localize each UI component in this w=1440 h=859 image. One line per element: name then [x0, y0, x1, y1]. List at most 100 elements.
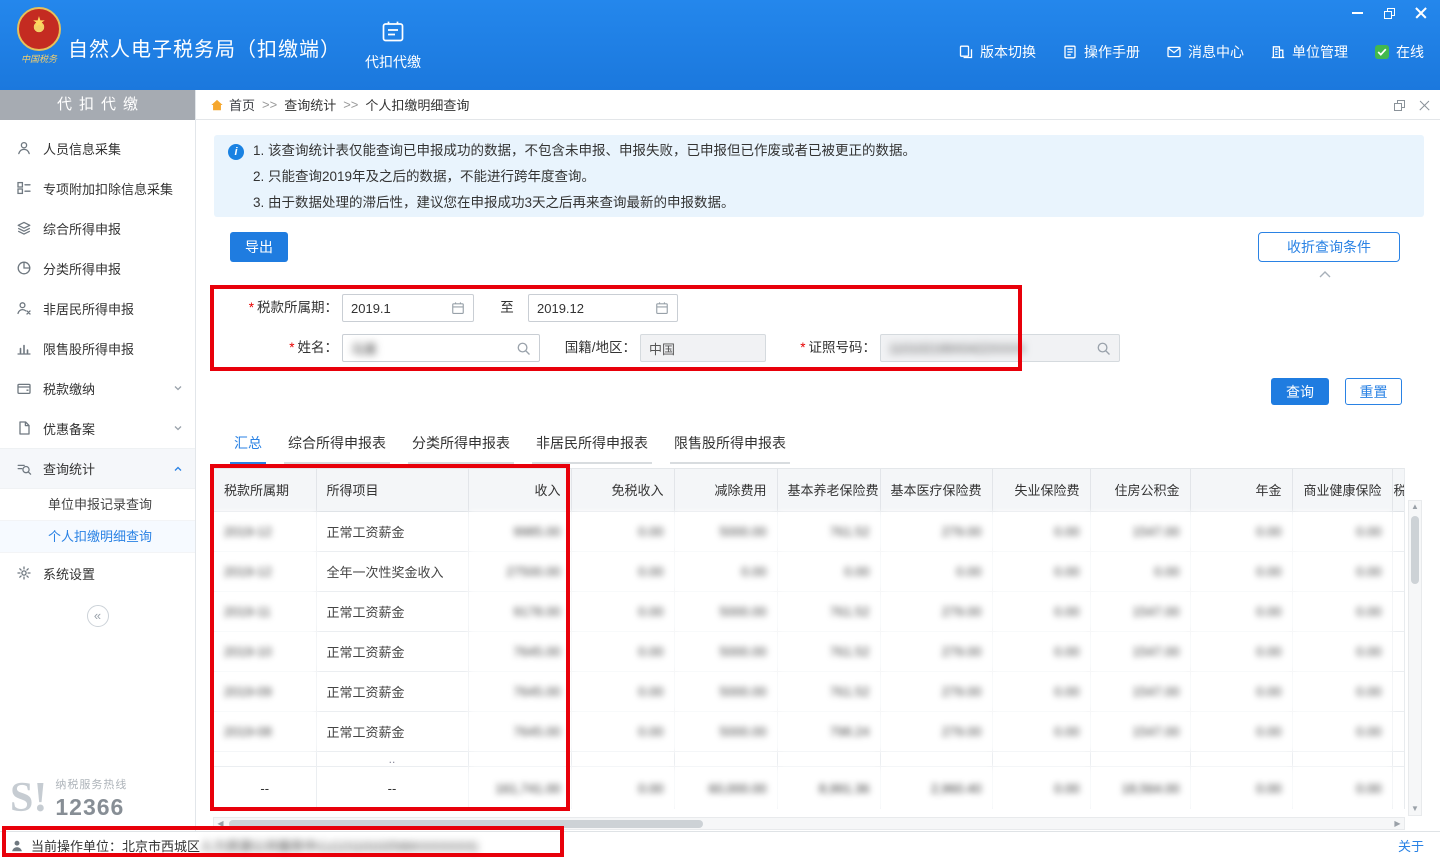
sidebar-item-system-settings[interactable]: 系统设置: [0, 553, 195, 593]
table-cell: 0.00: [1292, 711, 1392, 751]
horizontal-scrollbar[interactable]: [213, 817, 1405, 830]
hotline-logo: S!: [10, 780, 47, 818]
breadcrumb-level2: 个人扣缴明细查询: [365, 95, 469, 114]
table-cell: 2019-11: [214, 591, 316, 631]
tab-summary[interactable]: 汇总: [230, 426, 266, 464]
nonresident-person-icon: [16, 300, 32, 316]
table-cell: 0.00: [992, 671, 1090, 711]
reset-button[interactable]: 重置: [1345, 378, 1402, 405]
table-cell: 798.24: [777, 711, 880, 751]
vertical-scroll-thumb[interactable]: [1411, 516, 1419, 584]
collapse-query-button[interactable]: 收折查询条件: [1258, 232, 1400, 262]
column-header: 年金: [1190, 469, 1292, 511]
sidebar-item-classified-income[interactable]: 分类所得申报: [0, 248, 195, 288]
app-title: 自然人电子税务局（扣缴端）: [68, 33, 341, 62]
table-row: 2019-11正常工资薪金9178.000.005000.00761.52279…: [214, 591, 1405, 631]
column-header: 基本养老保险费: [777, 469, 880, 511]
sidebar-item-nonresident-income[interactable]: 非居民所得申报: [0, 288, 195, 328]
scroll-right-arrow[interactable]: [1391, 818, 1404, 829]
column-header: 税款所属期: [214, 469, 316, 511]
panel-restore-button[interactable]: [1394, 100, 1405, 111]
column-header: 免税收入: [571, 469, 674, 511]
sidebar-item-personnel-info[interactable]: 人员信息采集: [0, 128, 195, 168]
content-area: 1. 该查询统计表仅能查询已申报成功的数据，不包含未申报、申报失败，已申报但已作…: [196, 120, 1440, 831]
calendar-icon[interactable]: [451, 301, 465, 315]
query-button[interactable]: 查询: [1271, 378, 1329, 405]
table-cell: [1392, 766, 1405, 809]
breadcrumb-home[interactable]: 首页: [210, 95, 255, 114]
hotline-number: 12366: [55, 794, 127, 821]
table-cell: 7645.00: [468, 631, 571, 671]
table-cell: 0.00: [992, 631, 1090, 671]
table-cell: 0.00: [571, 766, 674, 809]
search-icon[interactable]: [516, 341, 531, 356]
envelope-icon: [1166, 44, 1182, 60]
sidebar-subitem-personal-withholding-query[interactable]: 个人扣缴明细查询: [0, 521, 195, 553]
table-cell: 2019-12: [214, 511, 316, 551]
sidebar-item-preference-filing[interactable]: 优惠备案: [0, 408, 195, 448]
withholding-module-icon: [380, 19, 406, 45]
table-cell: [571, 751, 674, 766]
online-status[interactable]: 在线: [1374, 42, 1424, 62]
search-icon[interactable]: [1096, 341, 1111, 356]
version-switch-link[interactable]: 版本切换: [958, 42, 1036, 62]
scroll-down-arrow[interactable]: [1409, 803, 1421, 815]
about-link[interactable]: 关于: [1398, 836, 1424, 855]
table-cell: 1547.00: [1090, 631, 1190, 671]
window-restore-button[interactable]: [1382, 6, 1396, 20]
table-cell: 正常工资薪金: [316, 591, 468, 631]
notice-line: 2. 只能查询2019年及之后的数据，不能进行跨年度查询。: [253, 164, 916, 190]
bar-chart-icon: [16, 340, 32, 356]
scroll-up-arrow[interactable]: [1409, 501, 1421, 513]
tab-comprehensive-income[interactable]: 综合所得申报表: [284, 426, 390, 464]
table-cell: [1392, 631, 1405, 671]
sidebar-item-comprehensive-income[interactable]: 综合所得申报: [0, 208, 195, 248]
nationality-input[interactable]: 中国: [640, 334, 766, 362]
breadcrumb-level1[interactable]: 查询统计: [284, 95, 336, 114]
period-from-input[interactable]: 2019.1: [342, 294, 474, 322]
message-center-link[interactable]: 消息中心: [1166, 42, 1244, 62]
table-cell: [1392, 751, 1405, 766]
unit-management-link[interactable]: 单位管理: [1270, 42, 1348, 62]
table-cell: 0.00: [1190, 766, 1292, 809]
table-cell: 27500.00: [468, 551, 571, 591]
scroll-left-arrow[interactable]: [214, 818, 227, 829]
table-cell: [1292, 751, 1392, 766]
table-cell: 2,960.40: [880, 766, 992, 809]
notice-line: 1. 该查询统计表仅能查询已申报成功的数据，不包含未申报、申报失败，已申报但已作…: [253, 138, 916, 164]
export-button[interactable]: 导出: [230, 232, 288, 262]
breadcrumb: 首页 >> 查询统计 >> 个人扣缴明细查询: [196, 90, 1440, 120]
sidebar-subitem-unit-declaration-query[interactable]: 单位申报记录查询: [0, 489, 195, 521]
table-cell: 1547.00: [1090, 591, 1190, 631]
panel-close-button[interactable]: [1419, 100, 1430, 111]
window-close-button[interactable]: [1414, 6, 1428, 20]
vertical-scrollbar[interactable]: [1408, 500, 1422, 816]
table-cell: 279.00: [880, 631, 992, 671]
tab-classified-income[interactable]: 分类所得申报表: [408, 426, 514, 464]
id-number-input[interactable]: 110102199X0422XXXX: [880, 334, 1120, 362]
horizontal-scroll-thumb[interactable]: [229, 820, 703, 828]
sidebar-item-tax-payment[interactable]: 税款缴纳: [0, 368, 195, 408]
sidebar-item-restricted-shares[interactable]: 限售股所得申报: [0, 328, 195, 368]
sidebar-item-special-deduction[interactable]: 专项附加扣除信息采集: [0, 168, 195, 208]
query-panel-caret-icon[interactable]: [1318, 266, 1332, 284]
table-cell: 0.00: [1190, 591, 1292, 631]
tab-nonresident-income[interactable]: 非居民所得申报表: [532, 426, 652, 464]
table-cell: 8,991.36: [777, 766, 880, 809]
tab-restricted-shares[interactable]: 限售股所得申报表: [670, 426, 790, 464]
sidebar-collapse-button[interactable]: «: [87, 605, 109, 627]
tab-withholding-module[interactable]: 代扣代缴: [345, 11, 441, 79]
grid-list-icon: [16, 180, 32, 196]
sidebar-item-query-statistics[interactable]: 查询统计: [0, 448, 195, 488]
period-to-input[interactable]: 2019.12: [528, 294, 678, 322]
sidebar-menu: 人员信息采集 专项附加扣除信息采集 综合所得申报 分类所得申报 非居民所得申报 …: [0, 128, 195, 627]
sidebar: 代扣代缴 人员信息采集 专项附加扣除信息采集 综合所得申报 分类所得申报 非居民…: [0, 90, 196, 831]
operation-manual-link[interactable]: 操作手册: [1062, 42, 1140, 62]
current-unit-prefix: 北京市西城区: [122, 836, 200, 855]
name-input[interactable]: 马某: [342, 334, 540, 362]
layers-icon: [16, 220, 32, 236]
table-cell: 0.00: [1190, 631, 1292, 671]
table-cell: 5000.00: [674, 671, 777, 711]
window-minimize-button[interactable]: [1350, 6, 1364, 20]
calendar-icon[interactable]: [655, 301, 669, 315]
